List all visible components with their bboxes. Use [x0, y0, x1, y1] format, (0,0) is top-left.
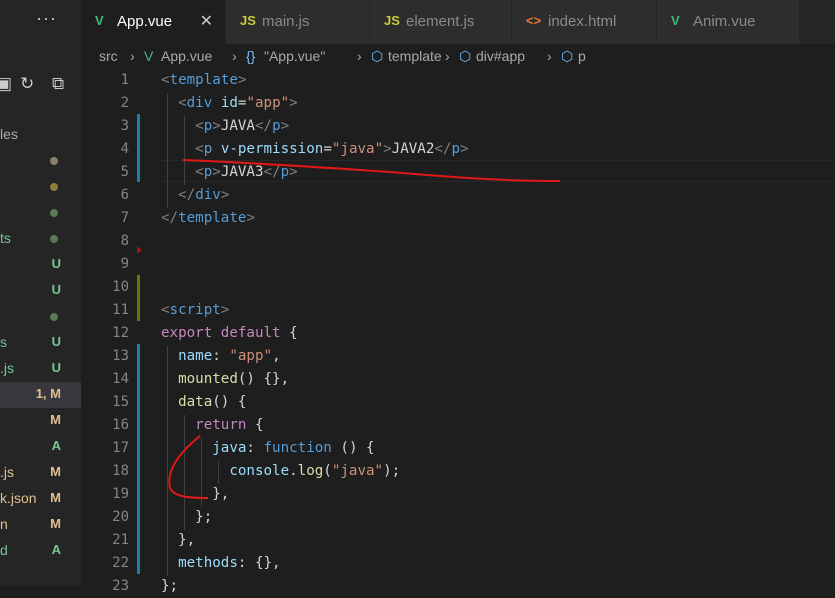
red-annotation-strokes: [168, 159, 561, 499]
